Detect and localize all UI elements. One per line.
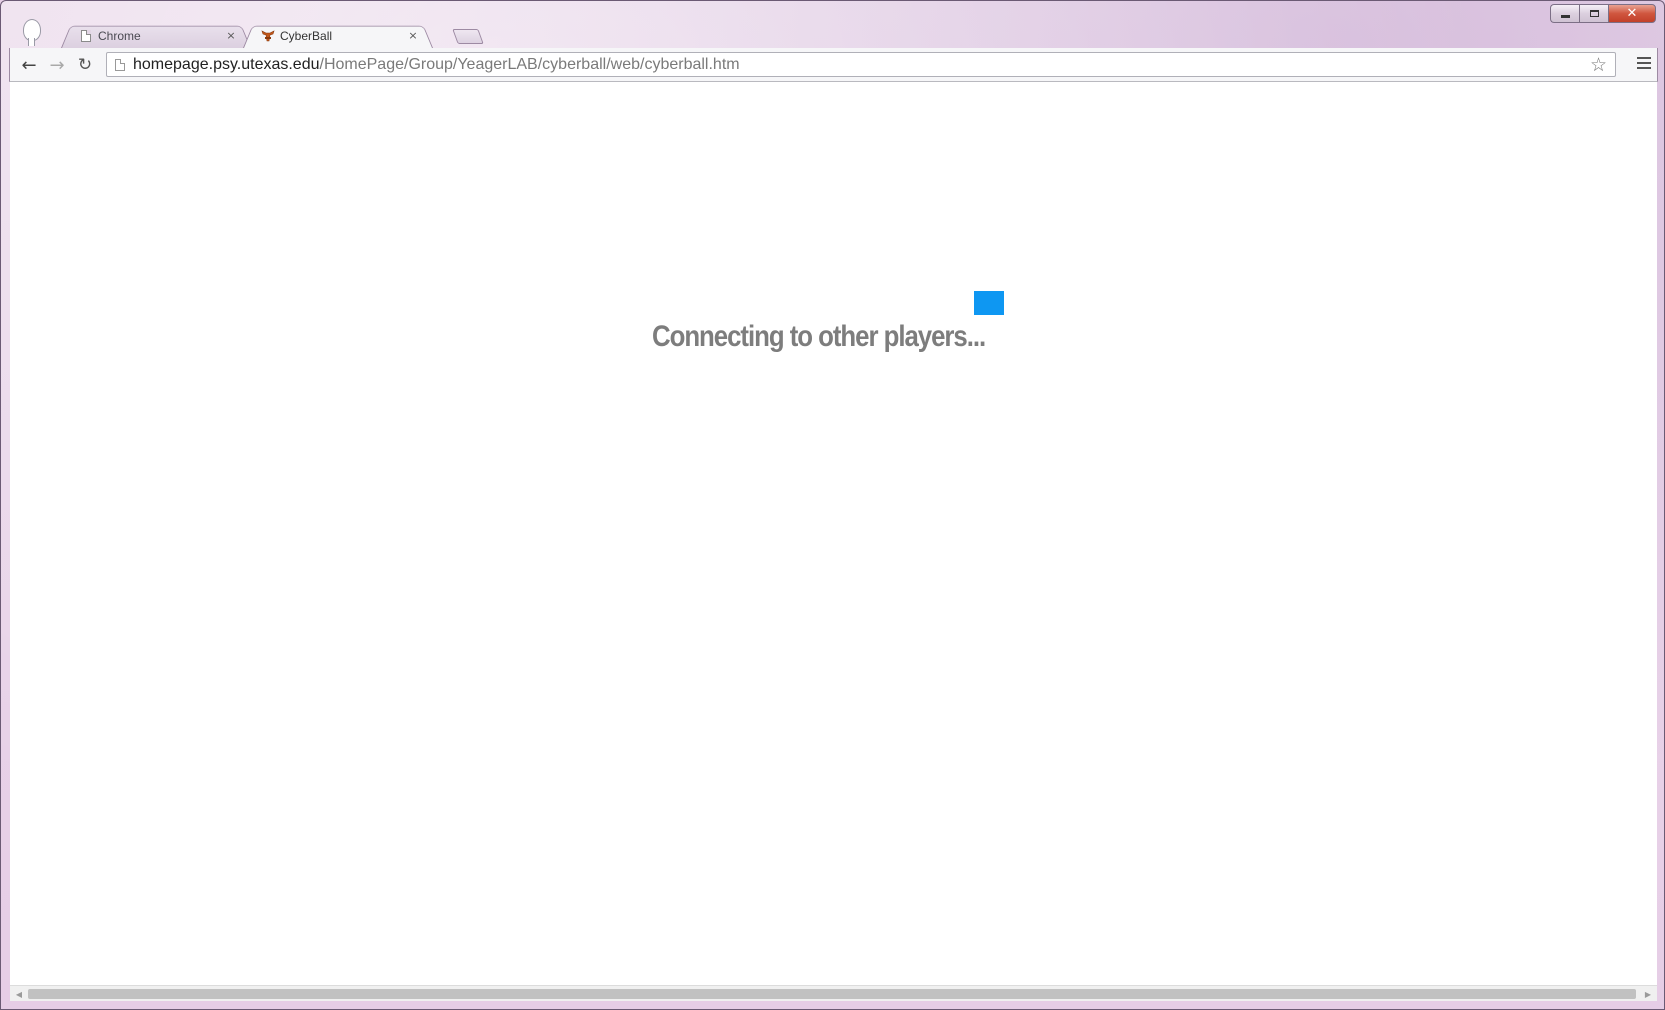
forward-button[interactable]: → [46, 54, 68, 76]
scroll-right-icon[interactable]: ▶ [1641, 988, 1655, 1000]
maximize-icon [1589, 10, 1599, 17]
scrollbar-thumb[interactable] [28, 989, 1636, 999]
page-content: Connecting to other players... [10, 82, 1657, 985]
close-window-button[interactable]: ✕ [1608, 4, 1656, 23]
minimize-button[interactable] [1550, 4, 1579, 23]
texas-longhorn-icon [261, 29, 275, 43]
scroll-left-icon[interactable]: ◀ [12, 988, 26, 1000]
tab-title: CyberBall [280, 28, 333, 43]
tab-close-icon[interactable]: × [225, 29, 237, 42]
arrow-left-icon: ← [21, 54, 37, 76]
browser-toolbar: ← → ↻ homepage.psy.utexas.edu/HomePage/G… [9, 48, 1658, 82]
browser-window: ✕ Chrome × CyberBall × ← → ↻ homepage.ps… [0, 0, 1665, 1010]
bookmark-star-icon[interactable]: ☆ [1590, 54, 1607, 76]
url-path: /HomePage/Group/YeagerLAB/cyberball/web/… [319, 55, 740, 73]
maximize-button[interactable] [1579, 4, 1608, 23]
reload-icon: ↻ [77, 55, 93, 75]
connecting-status-text: Connecting to other players... [652, 320, 986, 353]
page-icon [79, 29, 93, 43]
menu-hamburger-icon[interactable] [1637, 56, 1651, 70]
tab-chrome[interactable]: Chrome × [61, 23, 251, 48]
tab-strip: Chrome × CyberBall × [61, 23, 433, 48]
window-controls: ✕ [1550, 4, 1656, 24]
horizontal-scrollbar[interactable]: ◀ ▶ [10, 985, 1657, 1001]
page-info-icon[interactable] [115, 58, 125, 71]
tab-title: Chrome [98, 28, 141, 43]
profile-avatar-icon[interactable] [21, 19, 41, 49]
url-host: homepage.psy.utexas.edu [133, 55, 320, 73]
arrow-right-icon: → [49, 54, 65, 76]
new-tab-button[interactable] [452, 29, 484, 44]
tab-close-icon[interactable]: × [407, 29, 419, 42]
reload-button[interactable]: ↻ [74, 54, 96, 76]
close-icon: ✕ [1626, 6, 1638, 21]
minimize-icon [1560, 15, 1570, 18]
loading-indicator [974, 291, 1004, 315]
back-button[interactable]: ← [18, 54, 40, 76]
address-bar[interactable]: homepage.psy.utexas.edu/HomePage/Group/Y… [106, 52, 1616, 77]
tab-cyberball[interactable]: CyberBall × [243, 23, 433, 48]
